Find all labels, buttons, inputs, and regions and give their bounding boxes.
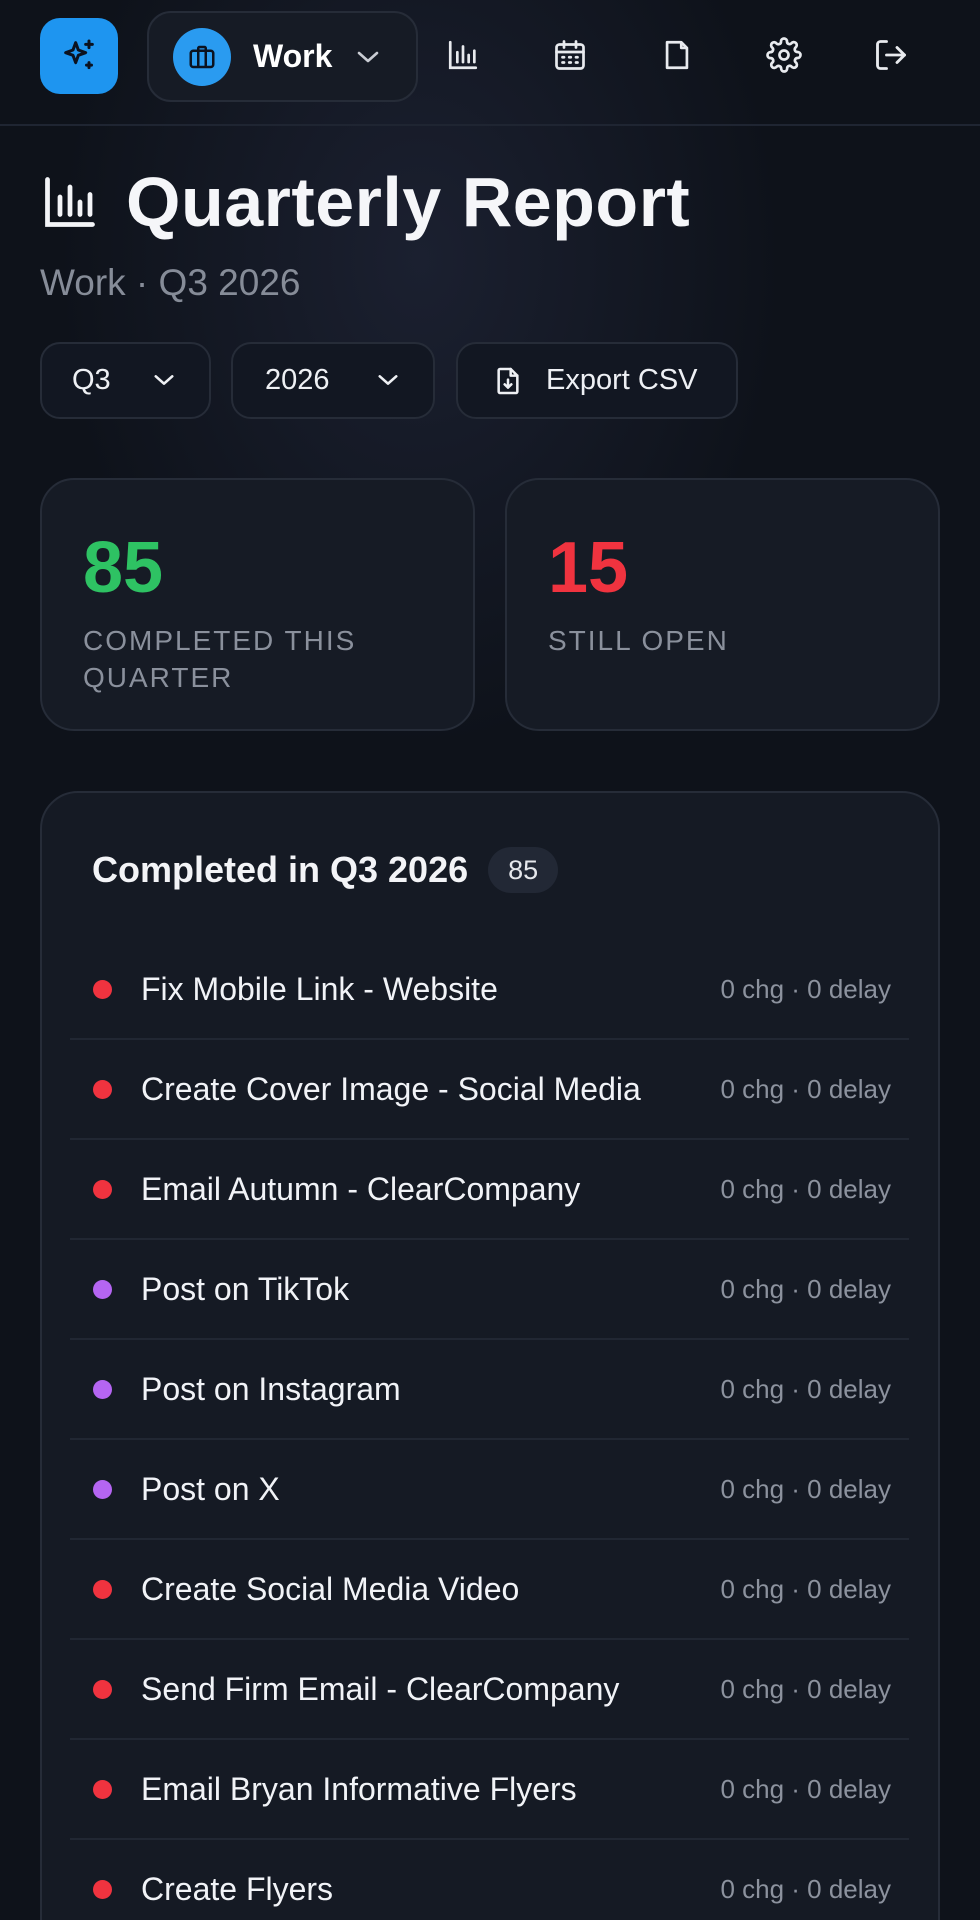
app-logo-button[interactable] (40, 18, 118, 94)
settings-nav-button[interactable] (764, 35, 804, 75)
task-meta: 0 chg · 0 delay (720, 1173, 891, 1204)
chevron-down-icon (377, 372, 399, 388)
priority-dot (93, 1379, 112, 1399)
task-meta: 0 chg · 0 delay (720, 1873, 891, 1904)
bar-chart-icon (446, 38, 480, 72)
briefcase-icon (173, 27, 231, 86)
open-stat-card: 15 STILL OPEN (505, 478, 940, 731)
priority-dot (93, 1479, 112, 1499)
count-badge: 85 (488, 847, 559, 893)
completed-count: 85 (83, 528, 164, 608)
chevron-down-icon (356, 49, 380, 65)
completed-list-card: Completed in Q3 2026 85 Fix Mobile Link … (40, 791, 940, 1920)
task-title: Post on X (141, 1470, 280, 1507)
quarter-select-value: Q3 (72, 364, 111, 396)
file-download-icon (492, 365, 524, 397)
priority-dot (93, 1579, 112, 1599)
open-count: 15 (548, 528, 629, 608)
task-row[interactable]: Email Bryan Informative Flyers 0 chg · 0… (70, 1740, 909, 1840)
task-meta: 0 chg · 0 delay (720, 1473, 891, 1504)
top-nav: Work (0, 0, 980, 126)
task-title: Post on Instagram (141, 1370, 401, 1407)
completed-list-title: Completed in Q3 2026 (92, 849, 469, 890)
workspace-label: Work (253, 38, 333, 74)
sparkles-icon (59, 36, 99, 76)
year-select-value: 2026 (265, 364, 330, 396)
task-meta: 0 chg · 0 delay (720, 1673, 891, 1704)
completed-label: COMPLETED THIS QUARTER (83, 625, 357, 693)
reports-nav-button[interactable] (443, 35, 483, 75)
task-title: Create Social Media Video (141, 1570, 520, 1607)
page-header: Quarterly Report (40, 162, 690, 242)
completed-task-list: Fix Mobile Link - Website 0 chg · 0 dela… (70, 940, 909, 1920)
gear-icon (766, 37, 802, 73)
task-meta: 0 chg · 0 delay (720, 973, 891, 1004)
page-title: Quarterly Report (126, 163, 691, 241)
task-row[interactable]: Post on X 0 chg · 0 delay (70, 1440, 909, 1540)
quarter-select[interactable]: Q3 (40, 342, 211, 419)
priority-dot (93, 1779, 112, 1799)
priority-dot (93, 979, 112, 999)
priority-dot (93, 1879, 112, 1899)
chevron-down-icon (153, 372, 175, 388)
task-title: Post on TikTok (141, 1270, 350, 1307)
task-title: Create Cover Image - Social Media (141, 1070, 641, 1107)
bar-chart-icon (40, 172, 100, 232)
task-row[interactable]: Send Firm Email - ClearCompany 0 chg · 0… (70, 1640, 909, 1740)
priority-dot (93, 1179, 112, 1199)
task-title: Send Firm Email - ClearCompany (141, 1670, 620, 1707)
task-row[interactable]: Create Social Media Video 0 chg · 0 dela… (70, 1540, 909, 1640)
task-row[interactable]: Email Autumn - ClearCompany 0 chg · 0 de… (70, 1140, 909, 1240)
completed-stat-card: 85 COMPLETED THIS QUARTER (40, 478, 475, 731)
task-meta: 0 chg · 0 delay (720, 1573, 891, 1604)
task-meta: 0 chg · 0 delay (720, 1773, 891, 1804)
task-meta: 0 chg · 0 delay (720, 1373, 891, 1404)
calendar-icon (552, 37, 588, 73)
task-title: Fix Mobile Link - Website (141, 970, 498, 1007)
calendar-nav-button[interactable] (550, 35, 590, 75)
year-select[interactable]: 2026 (231, 342, 435, 419)
open-label: STILL OPEN (548, 625, 729, 656)
task-row[interactable]: Fix Mobile Link - Website 0 chg · 0 dela… (70, 940, 909, 1040)
task-row[interactable]: Create Cover Image - Social Media 0 chg … (70, 1040, 909, 1140)
priority-dot (93, 1279, 112, 1299)
logout-button[interactable] (871, 35, 911, 75)
workspace-switcher[interactable]: Work (147, 11, 418, 102)
file-icon (660, 38, 694, 72)
task-meta: 0 chg · 0 delay (720, 1073, 891, 1104)
task-title: Create Flyers (141, 1870, 334, 1907)
task-row[interactable]: Post on TikTok 0 chg · 0 delay (70, 1240, 909, 1340)
priority-dot (93, 1679, 112, 1699)
notes-nav-button[interactable] (657, 35, 697, 75)
export-csv-label: Export CSV (546, 364, 698, 396)
task-title: Email Bryan Informative Flyers (141, 1770, 577, 1807)
task-row[interactable]: Post on Instagram 0 chg · 0 delay (70, 1340, 909, 1440)
page-subtitle: Work · Q3 2026 (40, 262, 301, 303)
task-title: Email Autumn - ClearCompany (141, 1170, 581, 1207)
task-meta: 0 chg · 0 delay (720, 1273, 891, 1304)
logout-icon (873, 37, 909, 73)
completed-list-header: Completed in Q3 2026 85 (92, 847, 559, 893)
priority-dot (93, 1079, 112, 1099)
export-csv-button[interactable]: Export CSV (456, 342, 738, 419)
task-row[interactable]: Create Flyers 0 chg · 0 delay (70, 1840, 909, 1920)
